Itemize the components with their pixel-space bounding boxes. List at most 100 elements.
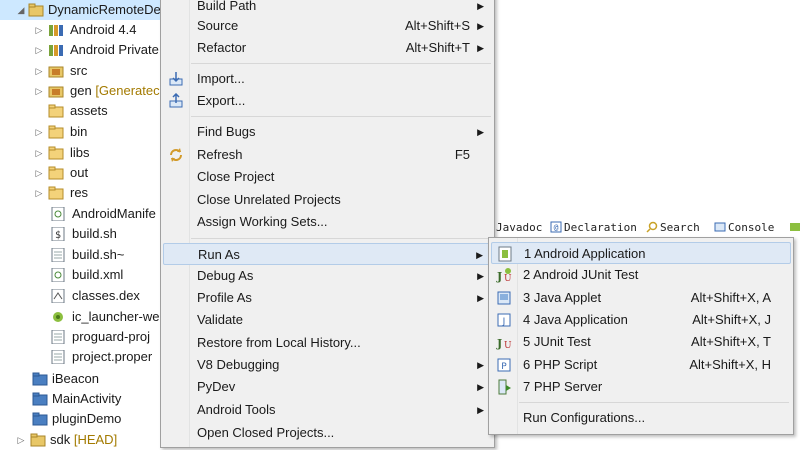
submenu-arrow-icon: ▶ bbox=[476, 250, 483, 260]
menu-item-label: Validate bbox=[197, 312, 244, 327]
menu-item-close-project[interactable]: Close Project bbox=[163, 166, 492, 188]
submenu-item-shortcut: Alt+Shift+X, H bbox=[689, 357, 771, 372]
submenu-item-shortcut: Alt+Shift+X, T bbox=[691, 334, 771, 349]
submenu-item-label: 7 PHP Server bbox=[523, 379, 603, 394]
console-icon bbox=[714, 222, 726, 232]
menu-item-label: Run As bbox=[198, 247, 240, 262]
submenu-item-label: 5 JUnit Test bbox=[523, 334, 591, 349]
menu-item-run-as[interactable]: Run As ▶ bbox=[163, 243, 492, 265]
menu-item-label: Import... bbox=[197, 71, 245, 86]
menu-item-android-tools[interactable]: Android Tools ▶ bbox=[163, 399, 492, 421]
library-icon bbox=[49, 45, 63, 56]
tree-item-label: out bbox=[70, 165, 89, 180]
collapsed-arrow-icon[interactable]: ▷ bbox=[34, 20, 44, 40]
menu-item-import[interactable]: Import... bbox=[163, 68, 492, 90]
menu-item-assign-working-sets[interactable]: Assign Working Sets... bbox=[163, 211, 492, 233]
collapsed-arrow-icon[interactable]: ▷ bbox=[34, 61, 44, 81]
tree-item-label: MainActivity bbox=[52, 391, 122, 406]
tree-item-label: gen bbox=[70, 83, 96, 98]
tab-javadoc[interactable]: Javadoc bbox=[496, 221, 542, 234]
tree-item-project-root[interactable]: ◢ DynamicRemoteDe bbox=[0, 0, 170, 20]
collapsed-arrow-icon[interactable]: ▷ bbox=[34, 183, 44, 203]
menu-item-debug-as[interactable]: Debug As ▶ bbox=[163, 265, 492, 287]
tree-item-label: sdk bbox=[50, 432, 74, 447]
submenu-item-android-application[interactable]: 1 Android Application bbox=[491, 242, 791, 264]
tab-label: Declaration bbox=[564, 221, 637, 234]
menu-item-label: Find Bugs bbox=[197, 124, 256, 139]
tree-item-label: res bbox=[70, 185, 89, 200]
collapsed-arrow-icon[interactable]: ▷ bbox=[34, 122, 44, 142]
submenu-item-label: 4 Java Application bbox=[523, 312, 628, 327]
submenu-arrow-icon: ▶ bbox=[477, 21, 484, 31]
folder-icon bbox=[48, 166, 64, 180]
import-icon bbox=[169, 72, 183, 86]
svg-text:@: @ bbox=[554, 223, 559, 232]
submenu-arrow-icon: ▶ bbox=[477, 382, 484, 392]
menu-item-shortcut: Alt+Shift+T bbox=[405, 40, 470, 55]
collapsed-arrow-icon[interactable]: ▷ bbox=[34, 40, 44, 60]
submenu-item-run-configurations[interactable]: Run Configurations... bbox=[491, 407, 791, 429]
collapsed-arrow-icon[interactable]: ▷ bbox=[34, 81, 44, 101]
submenu-item-android-junit[interactable]: JU 2 Android JUnit Test bbox=[491, 264, 791, 286]
tree-item-label-group: gen [Generatec bbox=[70, 81, 160, 101]
tab-search[interactable]: Search bbox=[646, 221, 700, 234]
submenu-item-php-script[interactable]: P 6 PHP Script Alt+Shift+X, H bbox=[491, 354, 791, 376]
menu-item-pydev[interactable]: PyDev ▶ bbox=[163, 376, 492, 398]
menu-item-label: Restore from Local History... bbox=[197, 335, 361, 350]
tree-item-label: DynamicRemoteDe bbox=[48, 2, 161, 17]
collapsed-arrow-icon[interactable]: ▷ bbox=[34, 163, 44, 183]
menu-item-validate[interactable]: Validate bbox=[163, 309, 492, 331]
menu-item-profile-as[interactable]: Profile As ▶ bbox=[163, 287, 492, 309]
submenu-item-label: Run Configurations... bbox=[523, 410, 646, 425]
folder-icon bbox=[48, 186, 64, 200]
project-icon bbox=[28, 3, 44, 17]
closed-project-icon bbox=[32, 372, 48, 386]
menu-item-open-closed-projects[interactable]: Open Closed Projects... bbox=[163, 422, 492, 444]
menu-item-export[interactable]: Export... bbox=[163, 90, 492, 112]
submenu-item-junit-test[interactable]: JU 5 JUnit Test Alt+Shift+X, T bbox=[491, 331, 791, 353]
tree-item-label: build.sh~ bbox=[72, 247, 125, 262]
tab-declaration[interactable]: @ Declaration bbox=[550, 221, 637, 234]
menu-separator bbox=[191, 238, 491, 239]
menu-item-refactor[interactable]: Refactor Alt+Shift+T ▶ bbox=[163, 37, 492, 59]
export-icon bbox=[169, 93, 183, 108]
collapsed-arrow-icon[interactable]: ▷ bbox=[34, 143, 44, 163]
tree-item-label: libs bbox=[70, 145, 90, 160]
submenu-item-java-applet[interactable]: 3 Java Applet Alt+Shift+X, A bbox=[491, 287, 791, 309]
submenu-arrow-icon: ▶ bbox=[477, 271, 484, 281]
menu-item-refresh[interactable]: Refresh F5 bbox=[163, 144, 492, 166]
menu-item-label: Export... bbox=[197, 93, 246, 108]
menu-item-shortcut: F5 bbox=[454, 147, 470, 162]
script-file-icon: $ bbox=[51, 227, 65, 241]
more-tabs-icon[interactable] bbox=[790, 221, 800, 234]
android-junit-icon: JU bbox=[496, 268, 512, 283]
tab-console[interactable]: Console bbox=[714, 221, 774, 234]
tree-item-label: build.xml bbox=[72, 267, 124, 282]
menu-separator bbox=[191, 116, 491, 117]
library-icon bbox=[49, 25, 63, 36]
submenu-arrow-icon: ▶ bbox=[477, 43, 484, 53]
submenu-item-java-application[interactable]: J 4 Java Application Alt+Shift+X, J bbox=[491, 309, 791, 331]
tab-label: Search bbox=[660, 221, 700, 234]
menu-item-v8-debugging[interactable]: V8 Debugging ▶ bbox=[163, 354, 492, 376]
tree-item-label: pluginDemo bbox=[52, 411, 122, 426]
submenu-item-label: 2 Android JUnit Test bbox=[523, 267, 639, 282]
submenu-item-label: 6 PHP Script bbox=[523, 357, 598, 372]
menu-item-source[interactable]: Source Alt+Shift+S ▶ bbox=[163, 15, 492, 37]
run-as-submenu: 1 Android Application JU 2 Android JUnit… bbox=[488, 237, 794, 435]
submenu-item-shortcut: Alt+Shift+X, A bbox=[690, 290, 771, 305]
expanded-arrow-icon[interactable]: ◢ bbox=[16, 0, 26, 20]
tree-item-label: ic_launcher-wel bbox=[72, 309, 163, 324]
menu-item-restore-local-history[interactable]: Restore from Local History... bbox=[163, 332, 492, 354]
source-folder-icon bbox=[48, 66, 64, 78]
menu-item-label: Open Closed Projects... bbox=[197, 425, 335, 440]
php-script-icon: P bbox=[497, 358, 511, 372]
package-explorer: ◢ DynamicRemoteDe ▷ Android 4.4 ▷ Androi… bbox=[0, 0, 170, 447]
folder-icon bbox=[48, 104, 64, 118]
menu-item-label: Close Unrelated Projects bbox=[197, 192, 341, 207]
collapsed-arrow-icon[interactable]: ▷ bbox=[16, 430, 26, 450]
submenu-item-php-server[interactable]: 7 PHP Server bbox=[491, 376, 791, 398]
tree-item-label: project.proper bbox=[72, 349, 153, 364]
menu-item-find-bugs[interactable]: Find Bugs ▶ bbox=[163, 121, 492, 143]
menu-item-close-unrelated[interactable]: Close Unrelated Projects bbox=[163, 189, 492, 211]
